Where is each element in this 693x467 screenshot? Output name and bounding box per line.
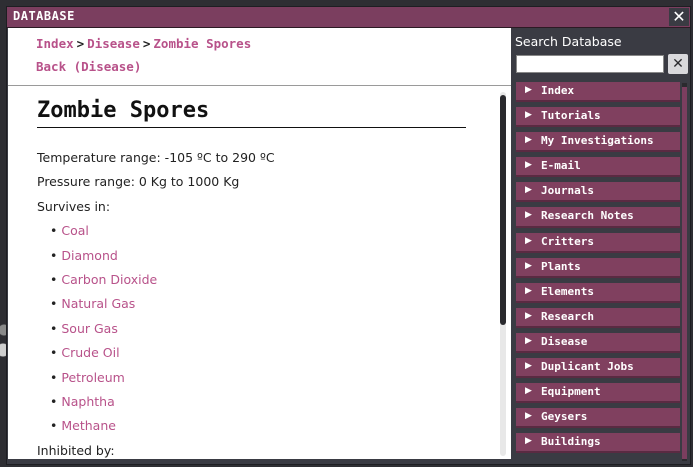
nav-item-geysers[interactable]: ▶ Geysers [516,408,680,429]
breadcrumb: Index > Disease > Zombie Spores [36,36,251,51]
list-item: • Crude Oil [50,345,120,361]
play-arrow-icon: ▶ [525,185,532,196]
article-body: Temperature range: -105 ºC to 290 ºC Pre… [37,146,477,459]
list-item: • Naphtha [50,393,115,409]
breadcrumb-panel: Index > Disease > Zombie Spores Back (Diseas… [8,28,511,86]
nav-item-journals[interactable]: ▶ Journals [516,182,680,203]
list-item: • Methane [50,418,116,434]
play-arrow-icon: ▶ [525,160,532,171]
play-arrow-icon: ▶ [525,386,532,397]
play-arrow-icon: ▶ [525,260,532,271]
close-icon: ✕ [672,7,686,26]
nav-item-email[interactable]: ▶ E-mail [516,157,680,178]
nav-item-disease[interactable]: ▶ Disease [516,332,680,354]
play-arrow-icon: ▶ [525,135,532,146]
element-link-carbon-dioxide[interactable]: Carbon Dioxide [61,272,157,287]
play-arrow-icon: ▶ [525,85,532,95]
category-list: ▶ Index ▶ Tutorials ▶ My Investigations ▶ E-… [516,82,680,458]
nav-item-research-notes[interactable]: ▶ Research Notes [516,207,680,228]
nav-item-tutorials[interactable]: ▶ Tutorials [516,107,680,128]
title-bar: DATABASE ✕ [7,7,690,28]
article-title: Zombie Spores [37,98,466,128]
breadcrumb-disease[interactable]: Disease [87,36,140,51]
breadcrumb-separator: > [142,36,151,51]
pressure-range: Pressure range: 0 Kg to 1000 Kg [37,174,240,190]
window-title: DATABASE [13,9,75,23]
element-link-coal[interactable]: Coal [61,223,89,238]
breadcrumb-current[interactable]: Zombie Spores [153,36,251,51]
element-link-naphtha[interactable]: Naphtha [61,394,114,409]
back-link[interactable]: Back (Disease) [36,59,141,74]
nav-item-buildings[interactable]: ▶ Buildings [516,433,680,454]
database-window: DATABASE ✕ Index > Disease > Zombie Spores B… [6,6,691,465]
play-arrow-icon: ▶ [525,361,532,372]
nav-item-index[interactable]: ▶ Index [516,82,680,103]
list-item: • Petroleum [50,369,125,385]
element-link-diamond[interactable]: Diamond [61,248,117,263]
search-label: Search Database [515,34,622,49]
play-arrow-icon: ▶ [525,285,532,296]
play-arrow-icon: ▶ [525,110,532,121]
temperature-range: Temperature range: -105 ºC to 290 ºC [37,150,275,165]
close-icon: ✕ [672,56,684,72]
close-button[interactable]: ✕ [669,8,689,26]
breadcrumb-separator: > [76,36,85,51]
search-clear-button[interactable]: ✕ [668,54,688,74]
list-item: • Sour Gas [50,320,118,336]
list-item: • Carbon Dioxide [50,271,158,287]
element-link-sour-gas[interactable]: Sour Gas [61,321,117,336]
nav-item-plants[interactable]: ▶ Plants [516,257,680,278]
breadcrumb-index[interactable]: Index [36,36,74,51]
survives-in-label: Survives in: [37,198,111,214]
nav-item-research[interactable]: ▶ Research [516,307,680,328]
article-panel: Zombie Spores Temperature range: -105 ºC… [8,86,511,459]
play-arrow-icon: ▶ [525,335,532,346]
nav-item-my-investigations[interactable]: ▶ My Investigations [516,132,680,153]
element-link-crude-oil[interactable]: Crude Oil [61,345,119,360]
inhibited-by-label: Inhibited by: [37,442,115,458]
list-item: • Diamond [50,247,118,263]
search-input[interactable] [516,55,664,73]
nav-item-duplicant-jobs[interactable]: ▶ Duplicant Jobs [516,358,680,379]
play-arrow-icon: ▶ [525,411,532,422]
play-arrow-icon: ▶ [525,235,532,246]
nav-item-critters[interactable]: ▶ Critters [516,232,680,253]
nav-item-equipment[interactable]: ▶ Equipment [516,383,680,404]
play-arrow-icon: ▶ [525,310,532,321]
element-link-petroleum[interactable]: Petroleum [61,370,124,385]
element-link-natural-gas[interactable]: Natural Gas [61,296,135,311]
list-item: • Natural Gas [50,296,136,312]
category-scrollbar-thumb[interactable] [682,87,687,459]
play-arrow-icon: ▶ [525,210,532,221]
element-link-methane[interactable]: Methane [61,418,116,433]
play-arrow-icon: ▶ [525,436,532,447]
nav-item-elements[interactable]: ▶ Elements [516,282,680,303]
list-item: • Coal [50,223,89,239]
article-scrollbar-thumb[interactable] [500,95,506,325]
